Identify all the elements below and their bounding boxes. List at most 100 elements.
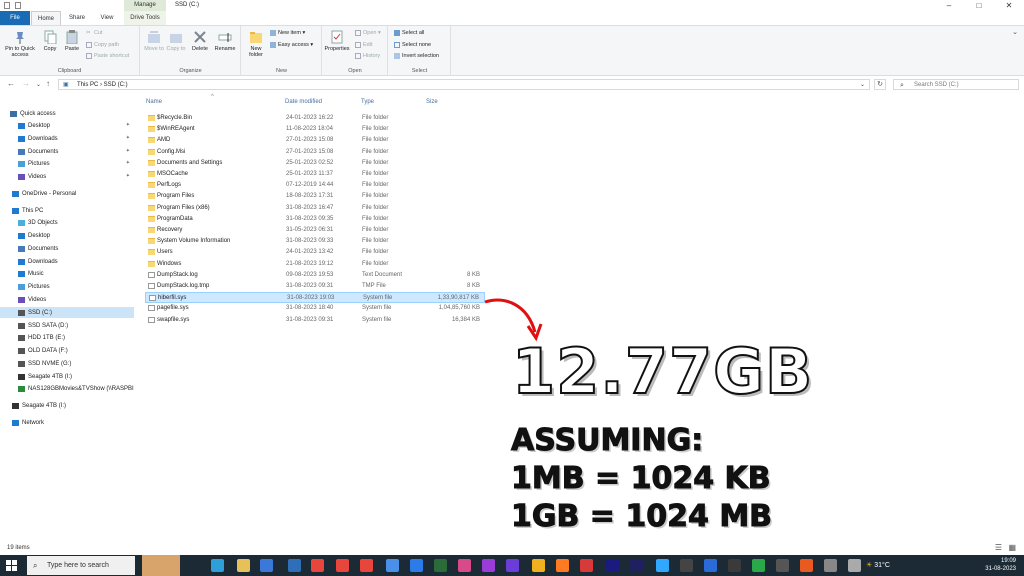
file-explorer-icon[interactable] (237, 559, 250, 572)
cut-button[interactable]: ✂ Cut (86, 30, 103, 36)
sidebar-item[interactable]: OLD DATA (F:) (0, 345, 134, 356)
sidebar-item[interactable]: Downloads ✦ (0, 133, 134, 144)
photoshop-icon[interactable] (656, 559, 669, 572)
app-icon[interactable] (800, 559, 813, 572)
premiere-icon[interactable] (458, 559, 471, 572)
sidebar-item[interactable]: Desktop (0, 230, 134, 241)
sidebar-item[interactable]: Documents ✦ (0, 146, 134, 157)
windows-start-icon[interactable] (6, 560, 17, 571)
copy-button[interactable]: Copy (40, 30, 60, 52)
onedrive-icon[interactable] (386, 559, 399, 572)
sidebar-item[interactable]: SSD NVME (G:) (0, 358, 134, 369)
app-icon[interactable] (752, 559, 765, 572)
clock[interactable]: 19:09 31-08-2023 (985, 557, 1016, 573)
settings-gear-icon[interactable] (824, 559, 837, 572)
sidebar-item[interactable]: This PC (0, 205, 134, 216)
refresh-button[interactable]: ↻ (874, 79, 886, 90)
copy-to-button[interactable]: Copy to (165, 30, 187, 52)
column-type[interactable]: Type (361, 99, 374, 105)
column-name[interactable]: Name (146, 99, 162, 105)
new-folder-quick-icon[interactable] (15, 2, 21, 9)
file-row[interactable]: $Recycle.Bin 24-01-2023 16:22 File folder (145, 113, 485, 124)
file-row[interactable]: MSOCache 25-01-2023 11:37 File folder (145, 169, 485, 180)
sidebar-item[interactable]: Quick access (0, 108, 134, 119)
app-icon[interactable] (848, 559, 861, 572)
sidebar-item[interactable]: Seagate 4TB (I:) (0, 371, 134, 382)
history-button[interactable]: History (355, 53, 380, 59)
maximize-button[interactable]: □ (964, 0, 994, 11)
file-row[interactable]: PerfLogs 07-12-2019 14:44 File folder (145, 180, 485, 191)
file-row[interactable]: Users 24-01-2023 13:42 File folder (145, 247, 485, 258)
file-row[interactable]: swapfile.sys 31-08-2023 09:31 System file 1… (145, 315, 485, 326)
forward-arrow-icon[interactable]: → (22, 79, 30, 88)
after-effects-icon[interactable] (506, 559, 519, 572)
file-row[interactable]: hiberfil.sys 31-08-2023 19:03 System file 1… (145, 292, 485, 304)
app-icon[interactable] (532, 559, 545, 572)
app-icon[interactable] (704, 559, 717, 572)
pin-quick-access-button[interactable]: Pin to Quick access (3, 30, 37, 58)
copy-path-button[interactable]: Copy path (86, 42, 119, 48)
tab-home[interactable]: Home (31, 11, 61, 25)
store-icon[interactable] (288, 559, 301, 572)
edit-button[interactable]: Edit (355, 42, 372, 48)
file-row[interactable]: pagefile.sys 31-08-2023 18:40 System file 1… (145, 303, 485, 314)
sidebar-item[interactable]: Pictures ✦ (0, 158, 134, 169)
collapse-ribbon-icon[interactable]: ⌄ (1012, 28, 1018, 36)
file-row[interactable]: ProgramData 31-08-2023 09:35 File folder (145, 214, 485, 225)
tab-drive-tools[interactable]: Drive Tools (124, 11, 166, 25)
app-icon[interactable] (776, 559, 789, 572)
sidebar-item[interactable]: Downloads (0, 256, 134, 267)
weather-widget[interactable]: ☀ 31°C (866, 561, 890, 569)
file-row[interactable]: Windows 21-08-2023 19:12 File folder (145, 259, 485, 270)
file-row[interactable]: $WinREAgent 11-08-2023 18:04 File folder (145, 124, 485, 135)
search-input[interactable]: ⌕ Search SSD (C:) (893, 79, 1019, 90)
large-icons-view-icon[interactable]: ▦ (1008, 543, 1016, 552)
open-button[interactable]: Open ▾ (355, 30, 381, 36)
address-field[interactable]: ▣ This PC › SSD (C:) ⌄ (58, 79, 870, 90)
file-row[interactable]: DumpStack.log.tmp 31-08-2023 09:31 TMP Fil… (145, 281, 485, 292)
column-size[interactable]: Size (426, 99, 438, 105)
up-arrow-icon[interactable]: ↑ (46, 79, 50, 88)
sidebar-item[interactable]: Music (0, 268, 134, 279)
delete-button[interactable]: Delete (189, 30, 211, 52)
details-view-icon[interactable]: ☰ (995, 543, 1002, 552)
sidebar-item[interactable]: Pictures (0, 281, 134, 292)
after-effects-icon[interactable] (630, 559, 643, 572)
file-row[interactable]: Documents and Settings 25-01-2023 02:52 Fi… (145, 158, 485, 169)
paste-shortcut-button[interactable]: Paste shortcut (86, 53, 129, 59)
sidebar-item[interactable]: Seagate 4TB (I:) (0, 400, 134, 411)
sidebar-item[interactable]: NAS128GBMovies&TVShow (\\RASPBI (0, 383, 134, 394)
avatar-widget[interactable] (142, 555, 180, 576)
sidebar-item[interactable]: Videos (0, 294, 134, 305)
new-folder-button[interactable]: New folder (244, 30, 268, 58)
edge-icon[interactable] (211, 559, 224, 572)
file-row[interactable]: Program Files (x86) 31-08-2023 16:47 File … (145, 203, 485, 214)
chrome-icon[interactable] (336, 559, 349, 572)
close-button[interactable]: ✕ (994, 0, 1024, 11)
app-icon[interactable] (728, 559, 741, 572)
file-row[interactable]: AMD 27-01-2023 15:08 File folder (145, 135, 485, 146)
file-row[interactable]: Config.Msi 27-01-2023 15:08 File folder (145, 147, 485, 158)
select-all-button[interactable]: Select all (394, 30, 424, 36)
invert-selection-button[interactable]: Invert selection (394, 53, 439, 59)
tab-view[interactable]: View (92, 11, 122, 25)
cortana-icon[interactable] (410, 559, 423, 572)
audition-icon[interactable] (434, 559, 447, 572)
chrome-icon[interactable] (360, 559, 373, 572)
column-date[interactable]: Date modified (285, 99, 322, 105)
firefox-icon[interactable] (556, 559, 569, 572)
sidebar-item[interactable]: Desktop ✦ (0, 120, 134, 131)
taskbar-search[interactable]: ⌕ Type here to search (27, 556, 135, 575)
tab-file[interactable]: File (0, 11, 30, 25)
select-none-button[interactable]: Select none (394, 42, 431, 48)
paste-button[interactable]: Paste (62, 30, 82, 52)
back-arrow-icon[interactable]: ← (7, 79, 15, 88)
rename-button[interactable]: Rename (213, 30, 237, 52)
sidebar-item[interactable]: OneDrive - Personal (0, 188, 134, 199)
properties-button[interactable]: Properties (323, 30, 351, 52)
file-row[interactable]: DumpStack.log 09-08-2023 19:53 Text Docume… (145, 270, 485, 281)
recent-locations-icon[interactable]: ⌄ (36, 81, 41, 88)
sidebar-item[interactable]: 3D Objects (0, 217, 134, 228)
file-row[interactable]: Program Files 18-08-2023 17:31 File folder (145, 191, 485, 202)
move-to-button[interactable]: Move to (143, 30, 165, 52)
